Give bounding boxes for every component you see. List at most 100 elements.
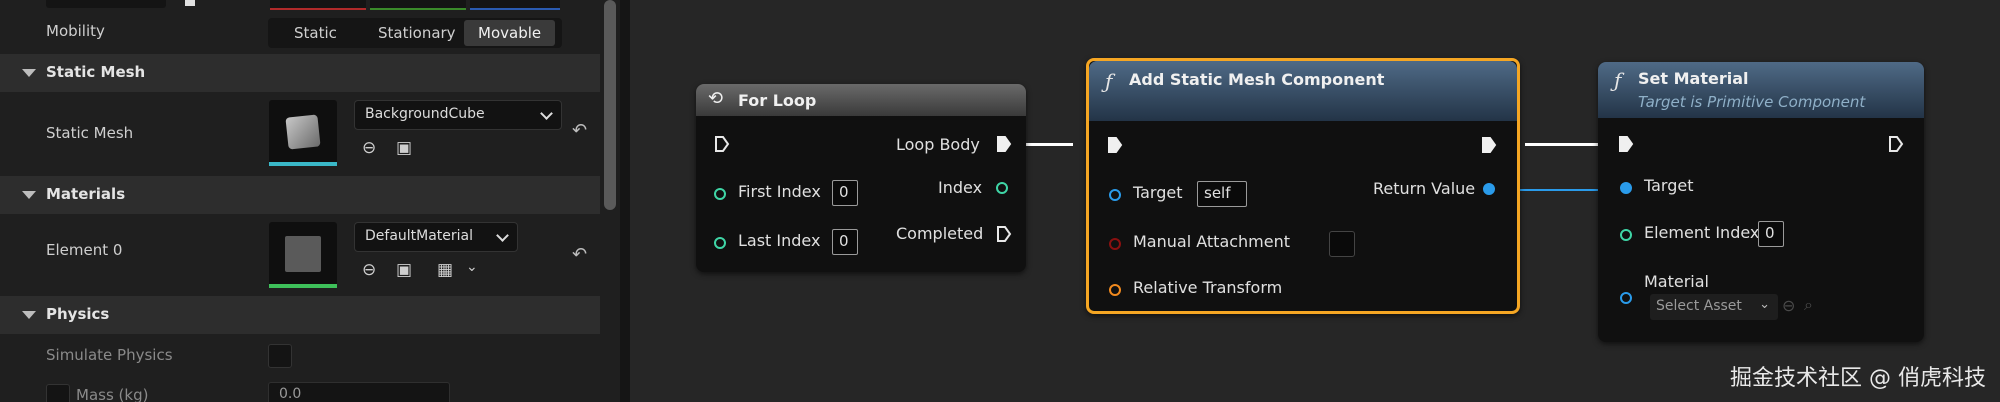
mass-label: Mass (kg) xyxy=(76,386,149,402)
set-material-node[interactable]: ƒ Set Material Target is Primitive Compo… xyxy=(1598,62,1924,342)
search-icon[interactable]: ⌕ xyxy=(1804,295,1813,315)
last-index-pin[interactable] xyxy=(714,237,726,249)
return-value-pin[interactable] xyxy=(1483,183,1495,195)
first-index-label: First Index xyxy=(738,182,821,201)
element-index-input[interactable]: 0 xyxy=(1758,221,1784,247)
first-index-value: 0 xyxy=(839,183,849,201)
element-index-label: Element Index xyxy=(1644,223,1760,242)
element-index-value: 0 xyxy=(1765,224,1775,242)
chevron-down-icon[interactable]: ⌄ xyxy=(466,259,478,275)
target-label: Target xyxy=(1133,183,1183,202)
simulate-physics-checkbox[interactable] xyxy=(268,344,292,368)
return-value-label: Return Value xyxy=(1373,179,1476,198)
last-index-value: 0 xyxy=(839,232,849,250)
chevron-down-icon xyxy=(496,229,509,242)
category-title: Static Mesh xyxy=(46,63,146,81)
checker-options-icon[interactable]: ▦ xyxy=(437,260,453,280)
mass-override-checkbox[interactable] xyxy=(46,384,70,402)
simulate-physics-label: Simulate Physics xyxy=(46,346,173,364)
details-scrollbar[interactable] xyxy=(604,0,616,210)
node-subtitle: Target is Primitive Component xyxy=(1638,93,1866,111)
node-title: For Loop xyxy=(738,91,817,110)
material-preview xyxy=(285,236,321,272)
mobility-stationary-option[interactable]: Stationary xyxy=(378,24,456,42)
details-panel: Mobility Static Stationary Movable Stati… xyxy=(0,0,620,402)
static-mesh-combo[interactable]: BackgroundCube xyxy=(354,100,562,130)
node-title: Add Static Mesh Component xyxy=(1129,70,1385,89)
browse-asset-icon[interactable]: ▣ xyxy=(396,260,412,280)
first-index-pin[interactable] xyxy=(714,188,726,200)
use-selected-asset-icon[interactable]: ⊖ xyxy=(362,260,376,280)
loop-body-exec-pin[interactable] xyxy=(996,135,1012,153)
material-value: DefaultMaterial xyxy=(365,228,474,244)
first-index-input[interactable]: 0 xyxy=(832,180,858,206)
manual-attachment-pin[interactable] xyxy=(1109,238,1121,250)
function-icon: ƒ xyxy=(1614,68,1622,92)
mobility-movable-option[interactable]: Movable xyxy=(464,20,556,46)
relative-transform-label: Relative Transform xyxy=(1133,278,1283,297)
element-index-pin[interactable] xyxy=(1620,229,1632,241)
mobility-segmented-control: Static Stationary Movable xyxy=(268,18,562,48)
exec-in-pin[interactable] xyxy=(1618,135,1634,153)
exec-out-pin[interactable] xyxy=(1481,136,1497,154)
reset-to-default-icon[interactable]: ↶ xyxy=(572,120,587,141)
cube-preview xyxy=(285,114,321,150)
node-title: Set Material xyxy=(1638,69,1749,88)
manual-attachment-checkbox[interactable] xyxy=(1329,231,1355,257)
collapse-arrow-icon[interactable] xyxy=(22,311,36,319)
static-mesh-thumbnail[interactable] xyxy=(269,100,337,166)
completed-exec-pin[interactable] xyxy=(996,225,1012,243)
target-value: self xyxy=(1204,184,1231,202)
panel-divider[interactable] xyxy=(620,0,630,402)
loop-icon: ⟲ xyxy=(708,88,724,109)
completed-label: Completed xyxy=(896,224,984,243)
for-loop-node[interactable]: ⟲ For Loop Loop Body First Index 0 Index… xyxy=(696,84,1026,272)
asset-type-bar xyxy=(269,284,337,288)
asset-type-bar xyxy=(269,162,337,166)
static-mesh-value: BackgroundCube xyxy=(365,106,485,122)
target-label: Target xyxy=(1644,176,1694,195)
category-title: Physics xyxy=(46,305,110,323)
material-combo[interactable]: DefaultMaterial xyxy=(354,222,518,252)
manual-attachment-label: Manual Attachment xyxy=(1133,232,1291,251)
chevron-down-icon xyxy=(540,107,553,120)
category-physics[interactable]: Physics xyxy=(0,296,600,334)
mobility-row: Mobility Static Stationary Movable xyxy=(0,0,600,54)
mass-value: 0.0 xyxy=(279,386,302,402)
index-label: Index xyxy=(938,178,983,197)
target-input[interactable]: self xyxy=(1197,181,1247,207)
static-mesh-label: Static Mesh xyxy=(46,124,134,142)
blueprint-graph[interactable]: ⟲ For Loop Loop Body First Index 0 Index… xyxy=(630,0,2000,402)
material-pin[interactable] xyxy=(1620,292,1632,304)
material-label: Material xyxy=(1644,272,1709,291)
loop-body-label: Loop Body xyxy=(896,135,980,154)
target-pin[interactable] xyxy=(1620,182,1632,194)
use-selected-asset-icon[interactable]: ⊖ xyxy=(1782,296,1795,315)
exec-out-pin[interactable] xyxy=(1888,135,1904,153)
category-static-mesh[interactable]: Static Mesh xyxy=(0,54,600,92)
watermark: 掘金技术社区 @ 俏虎科技 xyxy=(1730,366,1986,391)
select-asset-combo[interactable]: Select Asset ⌄ xyxy=(1650,294,1778,320)
select-asset-text: Select Asset xyxy=(1656,298,1742,314)
mobility-static-option[interactable]: Static xyxy=(294,24,337,42)
material-thumbnail[interactable] xyxy=(269,222,337,288)
exec-in-pin[interactable] xyxy=(1107,136,1123,154)
category-title: Materials xyxy=(46,185,126,203)
collapse-arrow-icon[interactable] xyxy=(22,69,36,77)
reset-to-default-icon[interactable]: ↶ xyxy=(572,244,587,265)
mass-field[interactable]: 0.0 xyxy=(268,382,450,402)
browse-asset-icon[interactable]: ▣ xyxy=(396,138,412,158)
target-pin[interactable] xyxy=(1109,189,1121,201)
relative-transform-pin[interactable] xyxy=(1109,284,1121,296)
collapse-arrow-icon[interactable] xyxy=(22,191,36,199)
last-index-label: Last Index xyxy=(738,231,821,250)
use-selected-asset-icon[interactable]: ⊖ xyxy=(362,138,376,158)
add-static-mesh-component-node[interactable]: ƒ Add Static Mesh Component Target self … xyxy=(1086,58,1520,314)
category-materials[interactable]: Materials xyxy=(0,176,600,214)
last-index-input[interactable]: 0 xyxy=(832,229,858,255)
index-out-pin[interactable] xyxy=(996,182,1008,194)
exec-in-pin[interactable] xyxy=(714,135,730,153)
mobility-label: Mobility xyxy=(46,22,105,40)
function-icon: ƒ xyxy=(1105,69,1113,93)
chevron-down-icon: ⌄ xyxy=(1759,297,1770,312)
